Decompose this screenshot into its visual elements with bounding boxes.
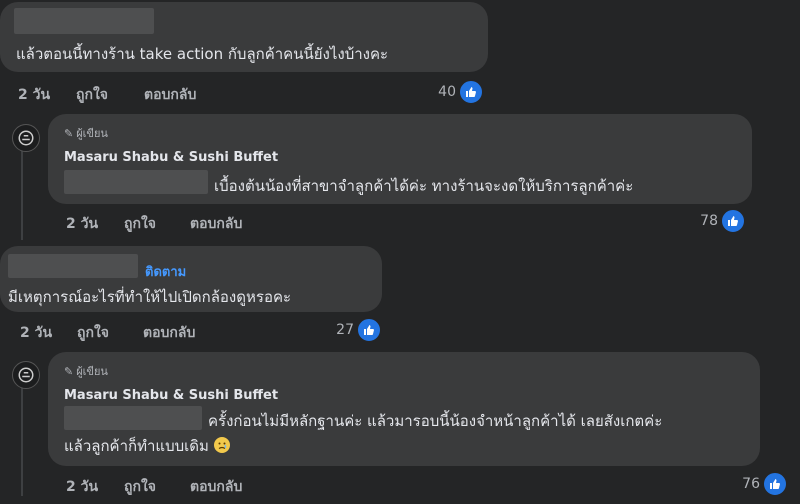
reply-text-line1: ครั้งก่อนไม่มีหลักฐานค่ะ แล้วมารอบนี้น้อ… [208,412,663,430]
like-button[interactable]: ถูกใจ [76,84,108,106]
author-name[interactable]: Masaru Shabu & Sushi Buffet [64,388,278,403]
reply-timestamp[interactable]: 2 วัน [66,476,98,498]
like-button[interactable]: ถูกใจ [77,322,109,344]
like-button[interactable]: ถูกใจ [124,476,156,498]
sad-face-emoji [213,437,230,453]
thumbs-up-icon[interactable] [356,317,382,343]
author-badge-label: ผู้เขียน [76,365,108,378]
thumbs-up-icon[interactable] [458,79,484,105]
page-avatar[interactable] [12,361,40,389]
comment-timestamp[interactable]: 2 วัน [20,322,52,344]
thumbs-up-icon[interactable] [720,208,746,234]
reply-thread-line [21,150,23,240]
redacted-commenter-name[interactable] [8,254,138,278]
comment-text: แล้วตอนนี้ทางร้าน take action กับลูกค้าค… [16,45,389,63]
pencil-icon: ✎ [64,364,74,378]
reply-button[interactable]: ตอบกลับ [144,84,196,106]
author-badge: ✎ ผู้เขียน [64,362,108,380]
like-button[interactable]: ถูกใจ [124,213,156,235]
thumbs-up-icon[interactable] [762,471,788,497]
reply-button[interactable]: ตอบกลับ [190,476,242,498]
author-name[interactable]: Masaru Shabu & Sushi Buffet [64,150,278,165]
author-badge: ✎ ผู้เขียน [64,124,108,142]
pencil-icon: ✎ [64,126,74,140]
reply-text: เบื้องต้นน้องที่สาขาจำลูกค้าได้ค่ะ ทางร้… [214,177,634,195]
redacted-mention[interactable] [64,406,202,430]
reply-thread-line [21,386,23,496]
redacted-commenter-name[interactable] [14,8,154,34]
comment-timestamp[interactable]: 2 วัน [18,84,50,106]
like-count[interactable]: 78 [682,213,718,229]
author-badge-label: ผู้เขียน [76,127,108,140]
like-count[interactable]: 40 [420,84,456,100]
comment-text: มีเหตุการณ์อะไรที่ทำให้ไปเปิดกล้องดูหรอค… [8,288,292,306]
redacted-mention[interactable] [64,170,208,194]
reply-text-line2: แล้วลูกค้าก็ทำแบบเดิม [64,434,230,458]
like-count[interactable]: 27 [318,322,354,338]
reply-timestamp[interactable]: 2 วัน [66,213,98,235]
follow-link[interactable]: ติดตาม [145,261,186,282]
like-count[interactable]: 76 [724,476,760,492]
reply-button[interactable]: ตอบกลับ [190,213,242,235]
page-avatar[interactable] [12,124,40,152]
reply-text-line2-label: แล้วลูกค้าก็ทำแบบเดิม [64,437,209,455]
reply-button[interactable]: ตอบกลับ [143,322,195,344]
